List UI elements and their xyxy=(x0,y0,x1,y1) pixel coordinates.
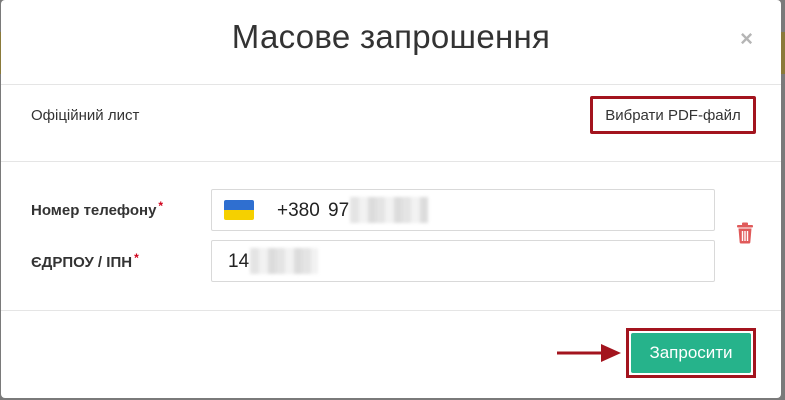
official-letter-row: Офіційний лист Вибрати PDF-файл xyxy=(1,85,781,162)
modal-header: Масове запрошення × xyxy=(1,0,781,85)
trash-icon[interactable] xyxy=(736,222,754,244)
official-letter-label: Офіційний лист xyxy=(31,107,140,124)
phone-value: 97 xyxy=(328,200,350,221)
phone-input[interactable]: +380 97 xyxy=(211,189,715,231)
phone-label: Номер телефону * xyxy=(31,199,164,219)
modal-title: Масове запрошення xyxy=(231,18,551,55)
edrpou-label: ЄДРПОУ / ІПН * xyxy=(31,251,139,271)
submit-button-highlight: Запросити xyxy=(626,328,756,378)
phone-label-text: Номер телефону xyxy=(31,202,157,219)
edrpou-label-text: ЄДРПОУ / ІПН xyxy=(31,254,133,271)
country-code: +380 xyxy=(277,200,320,221)
edrpou-input[interactable]: 14 xyxy=(211,240,715,282)
ukraine-flag-icon[interactable] xyxy=(224,200,254,220)
invite-submit-button[interactable]: Запросити xyxy=(631,333,751,373)
redacted-edrpou-digits xyxy=(250,248,318,274)
required-mark: * xyxy=(158,199,164,213)
close-icon[interactable]: × xyxy=(740,28,753,50)
annotation-arrow-icon xyxy=(557,344,621,362)
required-mark: * xyxy=(134,251,139,265)
choose-pdf-button[interactable]: Вибрати PDF-файл xyxy=(590,96,756,134)
invite-form: Номер телефону * +380 97 ЄДРПОУ / ІПН * 14 xyxy=(1,162,781,311)
mass-invite-modal: Масове запрошення × Офіційний лист Вибра… xyxy=(1,0,781,398)
edrpou-value: 14 xyxy=(228,251,250,272)
redacted-phone-digits xyxy=(350,197,428,223)
